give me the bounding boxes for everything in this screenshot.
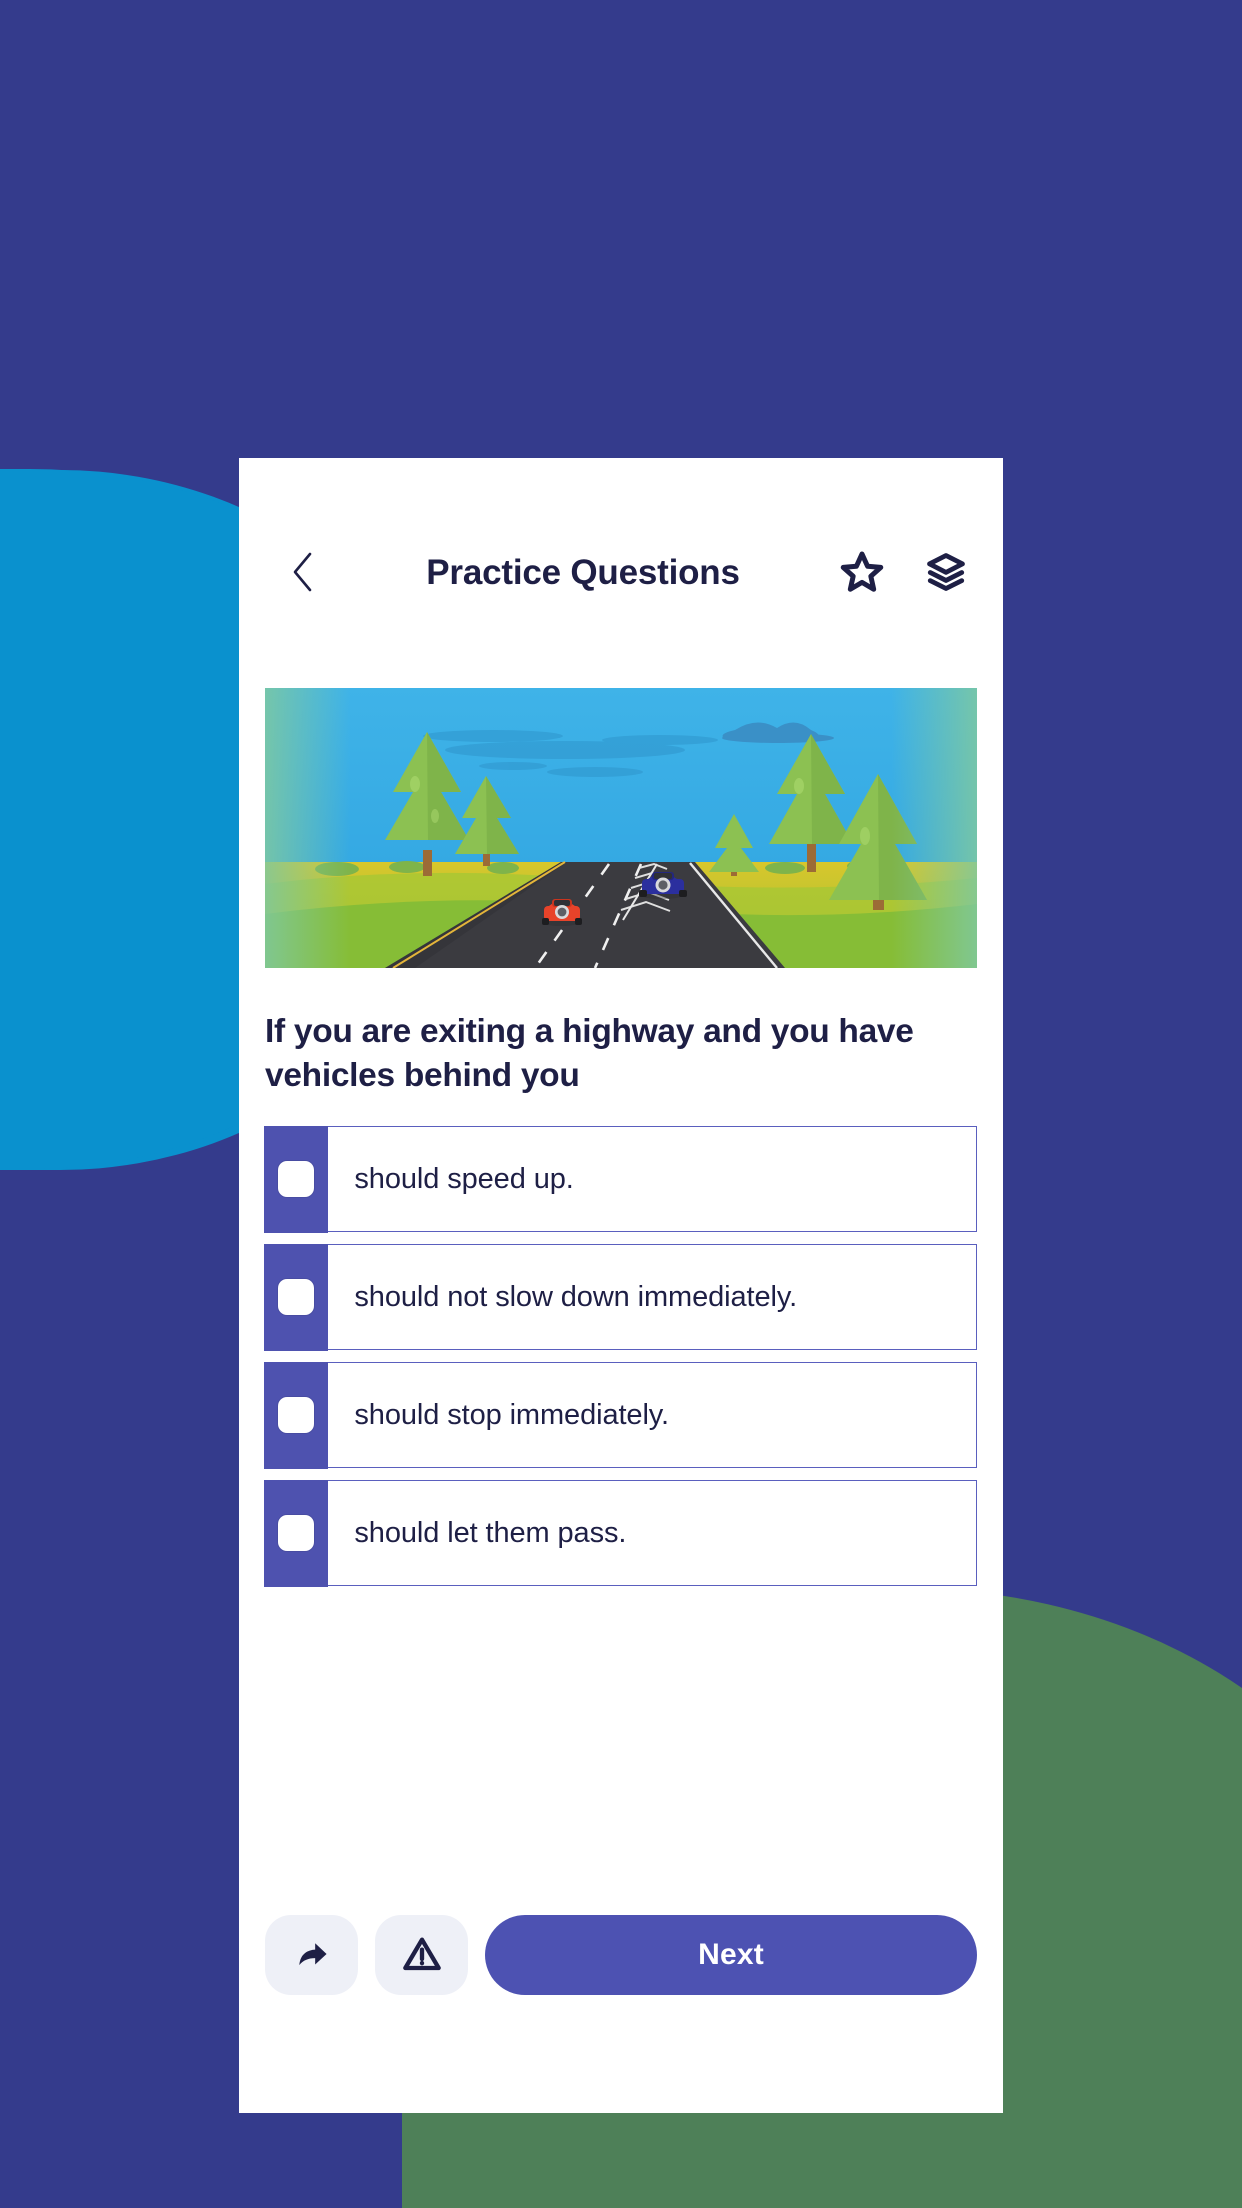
answer-option-1-label: should speed up.: [354, 1162, 574, 1195]
answer-option-3-checkbox-cell[interactable]: [264, 1361, 329, 1470]
checkbox-icon[interactable]: [278, 1515, 315, 1552]
app-bar-actions: [831, 542, 977, 604]
answer-option-4-label: should let them pass.: [354, 1516, 627, 1549]
answer-option-2-label: should not slow down immediately.: [354, 1280, 798, 1313]
share-arrow-icon: [293, 1935, 331, 1976]
question-text: If you are exiting a highway and you hav…: [265, 1013, 914, 1095]
answer-option-4[interactable]: should let them pass.: [264, 1479, 977, 1588]
layers-button[interactable]: [915, 542, 977, 604]
answer-option-3-label: should stop immediately.: [354, 1398, 670, 1431]
warning-triangle-icon: [402, 1934, 442, 1977]
phone-screen-card: Practice Questions If you are exiting a …: [239, 458, 1003, 2113]
report-problem-button[interactable]: [375, 1915, 468, 1995]
star-outline-icon: [839, 549, 885, 598]
highway-exit-illustration: [265, 688, 977, 968]
next-button[interactable]: Next: [485, 1915, 977, 1995]
answer-options-list: should speed up. should not slow down im…: [264, 1125, 977, 1588]
layers-stack-icon: [924, 550, 968, 597]
favorite-button[interactable]: [831, 542, 893, 604]
checkbox-icon[interactable]: [278, 1279, 315, 1316]
answer-option-2-checkbox-cell[interactable]: [264, 1243, 329, 1352]
action-bar: Next: [239, 1915, 1003, 2113]
share-button[interactable]: [265, 1915, 358, 1995]
page-title: Practice Questions: [426, 553, 740, 592]
chevron-left-icon: [288, 548, 320, 599]
answer-option-4-checkbox-cell[interactable]: [264, 1479, 329, 1588]
checkbox-icon[interactable]: [278, 1161, 315, 1198]
answer-option-2[interactable]: should not slow down immediately.: [264, 1243, 977, 1352]
answer-option-1-checkbox-cell[interactable]: [264, 1125, 329, 1234]
app-bar: Practice Questions: [239, 458, 1003, 688]
answer-option-1[interactable]: should speed up.: [264, 1125, 977, 1234]
back-button[interactable]: [273, 542, 335, 604]
checkbox-icon[interactable]: [278, 1397, 315, 1434]
answer-option-3[interactable]: should stop immediately.: [264, 1361, 977, 1470]
